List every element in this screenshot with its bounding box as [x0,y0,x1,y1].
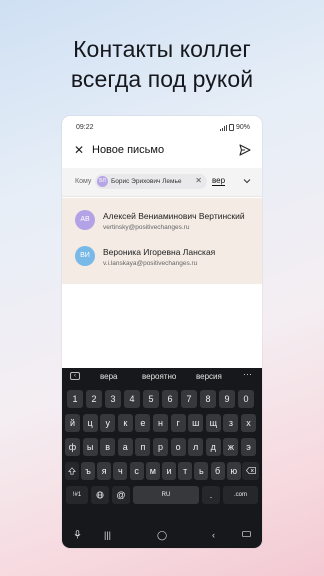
key-letter[interactable]: й [65,414,80,432]
key-1[interactable]: 1 [67,390,83,408]
status-time: 09:22 [76,124,94,131]
avatar: АВ [75,210,95,230]
at-key[interactable]: @ [112,486,130,504]
avatar: ВИ [75,246,95,266]
key-letter[interactable]: ы [82,438,98,456]
globe-key[interactable] [91,486,109,504]
shift-key[interactable] [65,462,79,480]
chip-name: Борис Эрихович Лемье [111,177,182,185]
key-letter[interactable]: ц [82,414,98,432]
key-9[interactable]: 9 [219,390,235,408]
close-icon[interactable]: ✕ [74,143,84,157]
backspace-key[interactable] [242,462,259,480]
promo-headline: Контакты коллег всегда под рукой [0,34,324,94]
key-letter[interactable]: т [178,462,193,480]
prediction-item[interactable]: вера [100,372,118,381]
headline-line-1: Контакты коллег [73,36,251,62]
key-letter[interactable]: ш [188,414,204,432]
recipient-input[interactable]: вер [212,176,226,186]
key-letter[interactable]: ь [194,462,209,480]
key-letter[interactable]: о [170,438,186,456]
key-letter[interactable]: я [97,462,112,480]
key-letter[interactable]: п [135,438,151,456]
key-letter[interactable]: л [188,438,204,456]
suggestion-item[interactable]: ВИ Вероника Игоревна Ланская v.i.lanskay… [62,238,262,274]
phone-screen: 09:22 90% ✕ Новое письмо Кому БЛ Борис Э… [62,116,262,548]
key-letter[interactable]: э [241,438,256,456]
suggestion-name: Вероника Игоревна Ланская [103,247,216,257]
key-letter[interactable]: а [117,438,133,456]
key-letter[interactable]: м [145,462,160,480]
back-icon[interactable]: ‹ [212,530,215,540]
dotcom-key[interactable]: .com [223,486,258,504]
battery-level: 90% [235,124,250,131]
key-6[interactable]: 6 [162,390,178,408]
symbols-key[interactable]: !#1 [66,486,88,504]
navigation-bar: ||| ◯ ‹ [62,524,262,548]
space-key[interactable]: RU [133,486,199,504]
key-5[interactable]: 5 [143,390,159,408]
headline-line-2: всегда под рукой [70,66,254,92]
key-letter[interactable]: г [170,414,186,432]
key-letter[interactable]: з [223,414,239,432]
chip-avatar: БЛ [97,176,108,187]
globe-icon [96,491,104,499]
key-0[interactable]: 0 [238,390,254,408]
key-2[interactable]: 2 [86,390,102,408]
shift-icon [68,467,76,475]
recipient-field[interactable]: Кому БЛ Борис Эрихович Лемье ✕ вер [62,168,262,197]
key-letter[interactable]: ж [223,438,239,456]
to-label: Кому [75,178,92,185]
suggestion-name: Алексей Вениаминович Вертинский [103,211,245,221]
battery-icon [228,124,234,131]
key-letter[interactable]: е [135,414,151,432]
key-4[interactable]: 4 [124,390,140,408]
key-letter[interactable]: ч [113,462,128,480]
key-letter[interactable]: х [241,414,256,432]
keyboard-toggle-icon[interactable]: ‹ [70,372,80,380]
prediction-item[interactable]: вероятно [142,372,176,381]
key-letter[interactable]: ф [65,438,80,456]
microphone-icon[interactable] [74,530,81,541]
key-letter[interactable]: н [153,414,168,432]
key-letter[interactable]: и [162,462,176,480]
signal-icon [219,124,227,131]
key-letter[interactable]: к [117,414,133,432]
status-bar: 09:22 90% [62,116,262,136]
home-icon[interactable]: ◯ [157,530,167,541]
key-letter[interactable]: у [100,414,116,432]
keyboard-hide-icon[interactable] [242,530,251,540]
key-3[interactable]: 3 [105,390,121,408]
keyboard: ‹ вера вероятно версия ··· !#1 @ RU . .c… [62,368,262,548]
suggestion-email: v.i.lanskaya@positivechanges.ru [103,260,198,267]
key-letter[interactable]: д [205,438,221,456]
key-letter[interactable]: ъ [81,462,95,480]
compose-app-bar: ✕ Новое письмо [62,138,262,164]
more-icon[interactable]: ··· [243,369,252,379]
contact-suggestions: АВ Алексей Вениаминович Вертинский verti… [62,198,262,284]
send-icon[interactable] [239,144,251,156]
suggestion-item[interactable]: АВ Алексей Вениаминович Вертинский verti… [62,202,262,238]
key-letter[interactable]: с [129,462,144,480]
recipient-chip[interactable]: БЛ Борис Эрихович Лемье ✕ [95,174,207,189]
key-letter[interactable]: ю [226,462,241,480]
recent-apps-icon[interactable]: ||| [104,530,111,540]
chip-remove-icon[interactable]: ✕ [195,176,202,185]
key-letter[interactable]: в [100,438,116,456]
key-letter[interactable]: б [210,462,225,480]
key-7[interactable]: 7 [181,390,197,408]
backspace-icon [245,467,256,474]
key-letter[interactable]: щ [205,414,221,432]
key-8[interactable]: 8 [200,390,216,408]
dot-key[interactable]: . [202,486,220,504]
compose-title: Новое письмо [92,144,165,156]
key-letter[interactable]: р [153,438,168,456]
chevron-down-icon[interactable] [243,177,251,185]
suggestion-email: vertinsky@positivechanges.ru [103,224,190,231]
prediction-item[interactable]: версия [196,372,222,381]
prediction-bar: ‹ вера вероятно версия ··· [62,368,262,386]
